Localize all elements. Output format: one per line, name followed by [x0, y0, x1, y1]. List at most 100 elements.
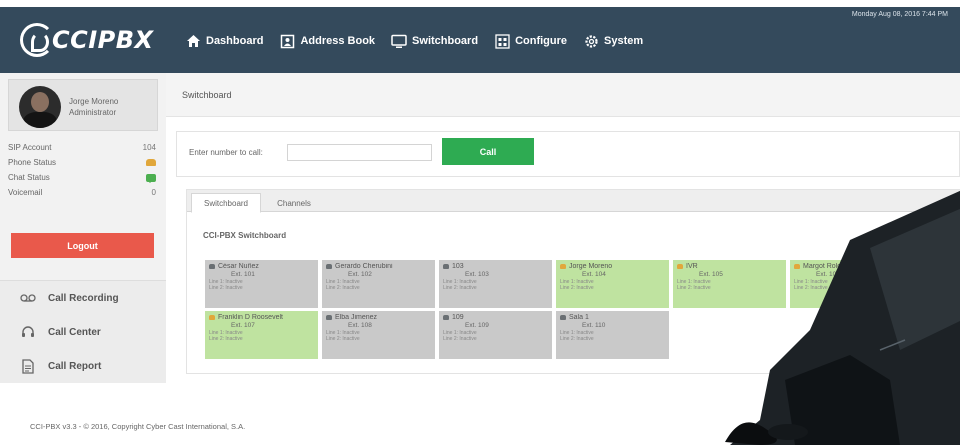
extension-name-text: César Nuñez — [218, 263, 259, 270]
stat-phone-status: Phone Status — [8, 155, 156, 170]
phone-icon — [443, 264, 449, 269]
phone-status-icon — [146, 159, 156, 166]
stat-voicemail: Voicemail 0 — [8, 185, 156, 200]
user-profile-card: Jorge Moreno Administrator — [8, 79, 158, 131]
nav-system[interactable]: System — [583, 33, 643, 49]
extension-name-text: 103 — [452, 263, 464, 270]
call-button[interactable]: Call — [442, 138, 534, 165]
stat-chat-status: Chat Status — [8, 170, 156, 185]
extension-tile[interactable]: César Nuñez Ext. 101 Line 1: Inactive Line … — [205, 260, 318, 308]
main-nav: Dashboard Address Book Switchboard Confi… — [185, 33, 659, 49]
sidebar-item-call-report[interactable]: Call Report — [0, 349, 166, 383]
stat-value: 104 — [142, 143, 156, 152]
extension-number: Ext. 103 — [465, 271, 489, 278]
logout-button[interactable]: Logout — [11, 233, 154, 258]
nav-configure[interactable]: Configure — [494, 33, 567, 49]
extension-number: Ext. 104 — [582, 271, 606, 278]
ccipbx-logo[interactable]: CCIPBX — [20, 23, 154, 57]
nav-label: Configure — [515, 35, 568, 47]
nav-dashboard[interactable]: Dashboard — [185, 33, 263, 49]
extension-line-status: Line 2: Inactive — [794, 285, 828, 291]
tab-channels[interactable]: Channels — [265, 193, 323, 213]
extension-name-text: Gerardo Cherubini — [335, 263, 393, 270]
extension-tile[interactable]: 109 Ext. 109 Line 1: Inactive Line 2: Inact… — [439, 311, 552, 359]
sidebar-item-label: Call Center — [48, 326, 101, 338]
home-icon — [185, 33, 201, 49]
phone-icon — [560, 264, 566, 269]
extension-number: Ext. 109 — [465, 322, 489, 329]
extension-line-status: Line 2: Inactive — [677, 285, 711, 291]
extension-tile[interactable]: Jorge Moreno Ext. 104 Line 1: Inactive Line… — [556, 260, 669, 308]
extension-number: Ext. 110 — [582, 322, 606, 329]
extension-line-status: Line 2: Inactive — [560, 336, 594, 342]
address-book-icon — [279, 33, 295, 49]
top-navigation-bar: CCIPBX Dashboard Address Book Switchboar… — [0, 7, 960, 73]
extension-tile[interactable]: IVR Ext. 105 Line 1: Inactive Line 2: Inact… — [673, 260, 786, 308]
extension-name-text: Franklin D Roosevelt — [218, 314, 283, 321]
avatar — [19, 86, 61, 128]
phone-icon — [326, 264, 332, 269]
extension-name: Jorge Moreno — [560, 263, 665, 270]
nav-address-book[interactable]: Address Book — [279, 33, 375, 49]
logo-mark-icon — [20, 23, 54, 57]
switchboard-title: CCI-PBX Switchboard — [203, 231, 287, 240]
sidebar-item-call-recording[interactable]: Call Recording — [0, 281, 166, 315]
configure-icon — [494, 33, 510, 49]
tab-bar: Switchboard Channels — [187, 190, 960, 213]
extension-line-status: Line 2: Inactive — [209, 285, 243, 291]
extension-line-status: Line 2: Inactive — [326, 336, 360, 342]
report-icon — [20, 358, 36, 374]
switchboard-panel: Switchboard Channels CCI-PBX Switchboard… — [186, 189, 960, 374]
extension-tile[interactable]: Sala 1 Ext. 110 Line 1: Inactive Line 2: In… — [556, 311, 669, 359]
nav-label: Address Book — [300, 35, 376, 47]
page-title: Switchboard — [166, 73, 960, 117]
phone-icon — [560, 315, 566, 320]
user-info: Jorge Moreno Administrator — [69, 96, 118, 118]
headset-icon — [20, 325, 36, 339]
extension-tile[interactable]: Margot Roldán Ext. 106 Line 1: Inactive Lin… — [790, 260, 903, 308]
nav-label: System — [604, 35, 644, 47]
phone-icon — [326, 315, 332, 320]
gear-icon — [583, 33, 599, 49]
extension-name: 109 — [443, 314, 548, 321]
extension-number: Ext. 101 — [231, 271, 255, 278]
extension-number: Ext. 107 — [231, 322, 255, 329]
extension-number: Ext. 102 — [348, 271, 372, 278]
extension-tile[interactable]: Franklin D Roosevelt Ext. 107 Line 1: Inac… — [205, 311, 318, 359]
sidebar-item-call-center[interactable]: Call Center — [0, 315, 166, 349]
extension-tile[interactable]: 103 Ext. 103 Line 1: Inactive Line 2: Inact… — [439, 260, 552, 308]
current-datetime: Monday Aug 08, 2016 7:44 PM — [851, 11, 948, 18]
call-panel: Enter number to call: Call — [176, 131, 960, 177]
tab-switchboard[interactable]: Switchboard — [191, 193, 261, 213]
extension-name: 103 — [443, 263, 548, 270]
sidebar-item-label: Call Recording — [48, 292, 119, 304]
extension-number: Ext. 105 — [699, 271, 723, 278]
call-number-label: Enter number to call: — [189, 148, 263, 157]
extension-name: IVR — [677, 263, 782, 270]
stat-label: Chat Status — [8, 173, 50, 182]
extension-tile[interactable]: Elba Jimenez Ext. 108 Line 1: Inactive Line… — [322, 311, 435, 359]
chat-status-icon — [146, 173, 156, 183]
nav-switchboard[interactable]: Switchboard — [391, 33, 478, 49]
user-name: Jorge Moreno — [69, 97, 119, 106]
footer-copyright: CCI-PBX v3.3 - © 2016, Copyright Cyber C… — [30, 422, 246, 431]
extension-line-status: Line 2: Inactive — [443, 285, 477, 291]
extension-line-status: Line 2: Inactive — [209, 336, 243, 342]
nav-label: Dashboard — [206, 35, 264, 47]
extension-name: Sala 1 — [560, 314, 665, 321]
phone-icon — [677, 264, 683, 269]
extension-name-text: IVR — [686, 263, 698, 270]
extension-name-text: Jorge Moreno — [569, 263, 613, 270]
extension-number: Ext. 108 — [348, 322, 372, 329]
user-role: Administrator — [69, 108, 117, 117]
stat-label: Voicemail — [8, 188, 43, 197]
call-number-input[interactable] — [287, 144, 432, 161]
stat-sip-account: SIP Account 104 — [8, 140, 156, 155]
user-status-list: SIP Account 104 Phone Status Chat Status… — [8, 140, 156, 200]
extension-name: César Nuñez — [209, 263, 314, 270]
extension-tile[interactable]: Gerardo Cherubini Ext. 102 Line 1: Inactiv… — [322, 260, 435, 308]
stat-value: 0 — [151, 188, 156, 197]
phone-icon — [209, 315, 215, 320]
extension-line-status: Line 2: Inactive — [560, 285, 594, 291]
extension-name-text: 109 — [452, 314, 464, 321]
